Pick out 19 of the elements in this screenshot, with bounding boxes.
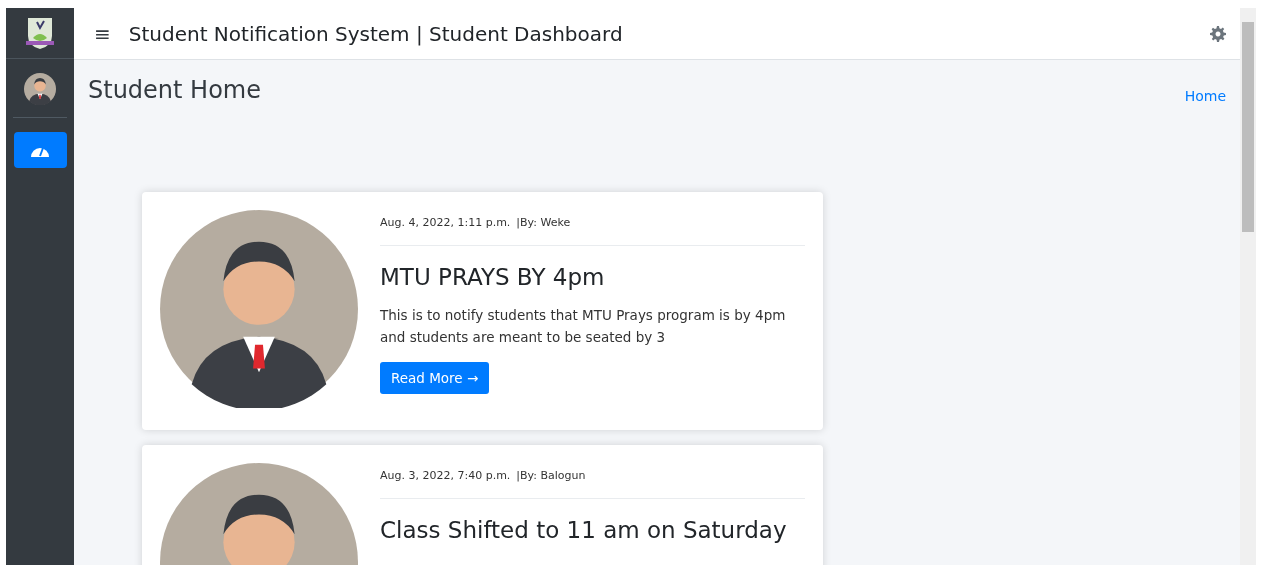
breadcrumb-link[interactable]: Home — [1184, 88, 1226, 104]
user-avatar-icon[interactable] — [24, 73, 56, 105]
notification-text: This is to notify students that MTU Prays program is by 4pm and students are meant to be seated by 3 — [380, 306, 787, 347]
post-author: |By: Weke — [516, 216, 571, 229]
app-title: Student Notification System | Student Dashboard — [128, 21, 624, 46]
post-author: |By: Balogun — [516, 469, 586, 482]
notification-title: MTU PRAYS BY 4pm — [380, 264, 606, 290]
crest-logo-icon — [25, 16, 55, 50]
post-date: Aug. 4, 2022, 1:11 p.m. — [380, 216, 511, 229]
settings-icon[interactable] — [1210, 25, 1226, 42]
menu-button[interactable]: ≡ — [94, 21, 111, 46]
dashboard-nav-item[interactable] — [13, 132, 67, 168]
scrollbar[interactable] — [1240, 8, 1256, 565]
page-heading: Student Home — [88, 76, 261, 104]
avatar-icon — [160, 210, 358, 408]
read-more-button[interactable]: Read More → — [380, 362, 490, 394]
notification-title: Class Shifted to 11 am on Saturday — [380, 517, 788, 543]
scrollbar-thumb[interactable] — [1242, 22, 1254, 232]
post-date: Aug. 3, 2022, 7:40 p.m. — [380, 469, 511, 482]
